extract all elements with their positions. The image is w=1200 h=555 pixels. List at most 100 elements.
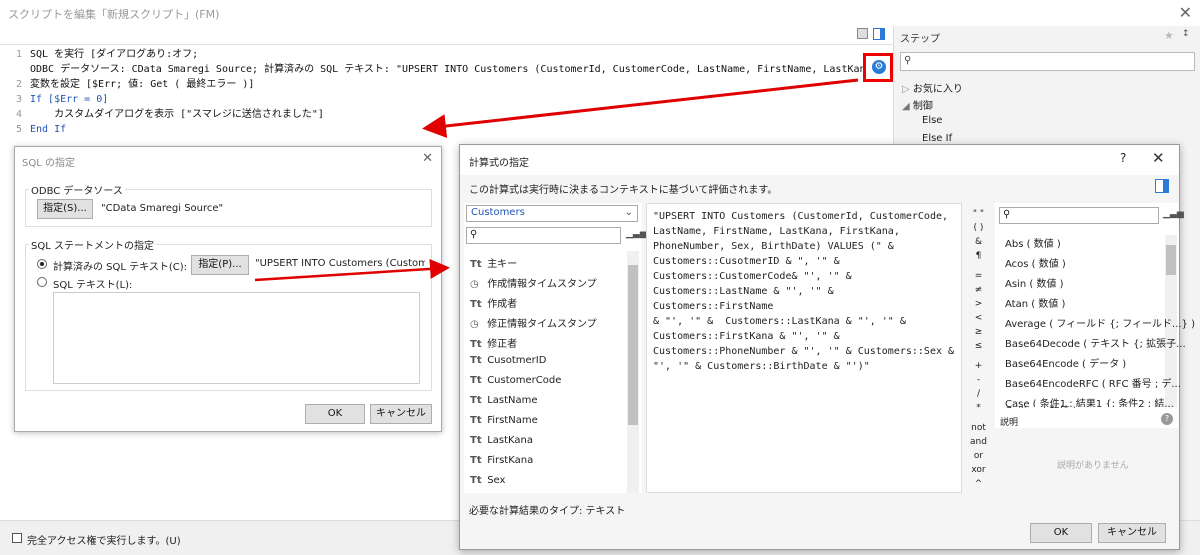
sort-icon[interactable]: ▁▃▅: [626, 229, 647, 239]
star-icon[interactable]: ★: [1164, 29, 1174, 42]
function-item[interactable]: Abs ( 数値 ): [1005, 235, 1061, 250]
ok-button[interactable]: OK: [1030, 523, 1092, 543]
cancel-button[interactable]: キャンセル: [370, 404, 432, 424]
operator-item[interactable]: -: [966, 373, 991, 387]
odbc-group-label: ODBC データソース: [29, 182, 125, 197]
help-icon[interactable]: ?: [1161, 413, 1173, 425]
code-text: ODBC データソース: CData Smaregi Source; 計算済みの…: [30, 64, 896, 75]
function-item[interactable]: Base64Encode ( データ ): [1005, 355, 1126, 370]
field-item[interactable]: Tt LastName: [470, 395, 538, 406]
text-field-icon: Tt: [470, 299, 482, 310]
fields-scrollbar[interactable]: [627, 251, 639, 493]
full-access-checkbox[interactable]: [12, 533, 22, 543]
steps-category-control[interactable]: ◢ 制御: [902, 97, 933, 112]
steps-category-favorites[interactable]: ▷ お気に入り: [902, 80, 963, 95]
operator-item[interactable]: xor: [966, 463, 991, 477]
chevron-down-icon: ⌄: [624, 207, 633, 218]
calc-sql-radio[interactable]: [37, 259, 47, 269]
sort-icon[interactable]: ▁▃▅: [1163, 209, 1184, 219]
operator-item[interactable]: +: [966, 359, 991, 373]
specify-datasource-button[interactable]: 指定(S)...: [37, 199, 93, 219]
ok-button[interactable]: OK: [305, 404, 365, 424]
close-icon[interactable]: ✕: [1179, 3, 1192, 22]
timestamp-field-icon: ◷: [470, 279, 479, 290]
field-name: FirstKana: [487, 455, 534, 466]
field-item[interactable]: Tt Sex: [470, 475, 505, 486]
operator-item[interactable]: not: [966, 421, 991, 435]
text-field-icon: Tt: [470, 259, 482, 270]
operator-item[interactable]: ^: [966, 477, 991, 491]
operator-item[interactable]: or: [966, 449, 991, 463]
field-item[interactable]: Tt FirstName: [470, 415, 538, 426]
copy-icon[interactable]: [857, 28, 868, 39]
operator-item[interactable]: ( ): [966, 221, 991, 235]
code-line[interactable]: ODBC データソース: CData Smaregi Source; 計算済みの…: [0, 62, 896, 77]
field-name: LastKana: [487, 435, 533, 446]
code-line[interactable]: 2 変数を設定 [$Err; 値: Get ( 最終エラー )]: [0, 77, 893, 92]
function-item[interactable]: Atan ( 数値 ): [1005, 295, 1065, 310]
field-name: CustomerCode: [487, 375, 562, 386]
line-number: 4: [15, 109, 22, 120]
code-line[interactable]: 3 If [$Err = 0]: [0, 92, 893, 107]
function-item[interactable]: Ceiling ( 数値 ): [1005, 402, 1077, 408]
dialog-header: 計算式の指定 ? ✕: [460, 145, 1179, 175]
field-item[interactable]: Tt LastKana: [470, 435, 533, 446]
scroll-thumb[interactable]: [628, 265, 638, 425]
operator-item[interactable]: ≥: [966, 325, 991, 339]
scroll-thumb[interactable]: [1166, 245, 1176, 275]
operator-item[interactable]: <: [966, 311, 991, 325]
statement-group-label: SQL ステートメントの指定: [29, 237, 156, 252]
operator-item[interactable]: *: [966, 401, 991, 415]
line-number: 3: [15, 94, 22, 105]
operator-item[interactable]: " ": [966, 207, 991, 221]
field-item[interactable]: Tt FirstKana: [470, 455, 533, 466]
operator-item[interactable]: and: [966, 435, 991, 449]
field-item[interactable]: ◷ 作成情報タイムスタンプ: [470, 275, 597, 290]
field-item[interactable]: Tt 作成者: [470, 295, 517, 310]
code-line[interactable]: 1 SQL を実行 [ダイアログあり:オフ;: [0, 47, 893, 62]
operator-item[interactable]: ≠: [966, 283, 991, 297]
window-title: スクリプトを編集「新規スクリプト」(FM): [0, 0, 1200, 26]
function-item[interactable]: Asin ( 数値 ): [1005, 275, 1064, 290]
field-item[interactable]: Tt 主キー: [470, 255, 517, 270]
close-icon[interactable]: ✕: [422, 151, 433, 166]
code-line[interactable]: 4 カスタムダイアログを表示 ["スマレジに送信されました"]: [0, 107, 893, 122]
operator-item[interactable]: &: [966, 235, 991, 249]
code-line[interactable]: 5 End If: [0, 122, 893, 137]
specify-calc-button[interactable]: 指定(P)...: [191, 255, 249, 275]
operator-item[interactable]: ≤: [966, 339, 991, 353]
operator-item[interactable]: =: [966, 269, 991, 283]
panel-toggle-icon[interactable]: [1155, 179, 1169, 193]
cancel-button[interactable]: キャンセル: [1098, 523, 1166, 543]
operator-item[interactable]: /: [966, 387, 991, 401]
table-select[interactable]: Customers ⌄: [466, 205, 638, 222]
sql-text-radio[interactable]: [37, 277, 47, 287]
field-item[interactable]: Tt CusotmerID: [470, 355, 546, 366]
field-item[interactable]: Tt 修正者: [470, 335, 517, 350]
function-search-input[interactable]: ⚲: [999, 207, 1159, 224]
gear-icon[interactable]: ⚙: [872, 60, 886, 74]
sql-text-label: SQL テキスト(L):: [53, 280, 133, 291]
field-search-input[interactable]: ⚲: [466, 227, 621, 244]
step-item-else-if[interactable]: Else If: [922, 133, 952, 144]
panel-toggle-icon[interactable]: [873, 28, 885, 40]
steps-search-input[interactable]: ⚲: [900, 52, 1195, 71]
field-item[interactable]: Tt CustomerCode: [470, 375, 561, 386]
function-item[interactable]: Acos ( 数値 ): [1005, 255, 1066, 270]
expand-icon: ▷: [902, 84, 913, 95]
sort-icon[interactable]: ↕: [1182, 29, 1190, 39]
help-icon[interactable]: ?: [1120, 151, 1126, 165]
field-item[interactable]: ◷ 修正情報タイムスタンプ: [470, 315, 597, 330]
close-icon[interactable]: ✕: [1152, 149, 1165, 167]
field-name: CusotmerID: [487, 355, 547, 366]
text-field-icon: Tt: [470, 455, 482, 466]
formula-editor[interactable]: "UPSERT INTO Customers (CustomerId, Cust…: [646, 203, 962, 493]
function-item[interactable]: Base64EncodeRFC ( RFC 番号 ; デ...: [1005, 375, 1181, 390]
sql-dialog: SQL の指定 ✕ ODBC データソース 指定(S)... "CData Sm…: [14, 146, 442, 432]
function-item[interactable]: Average ( フィールド {; フィールド...} ): [1005, 315, 1195, 330]
step-item-else[interactable]: Else: [922, 115, 942, 126]
function-item[interactable]: Base64Decode ( テキスト {; 拡張子...: [1005, 335, 1186, 350]
operator-item[interactable]: ¶: [966, 249, 991, 263]
operator-item[interactable]: >: [966, 297, 991, 311]
sql-text-area[interactable]: [53, 292, 420, 384]
